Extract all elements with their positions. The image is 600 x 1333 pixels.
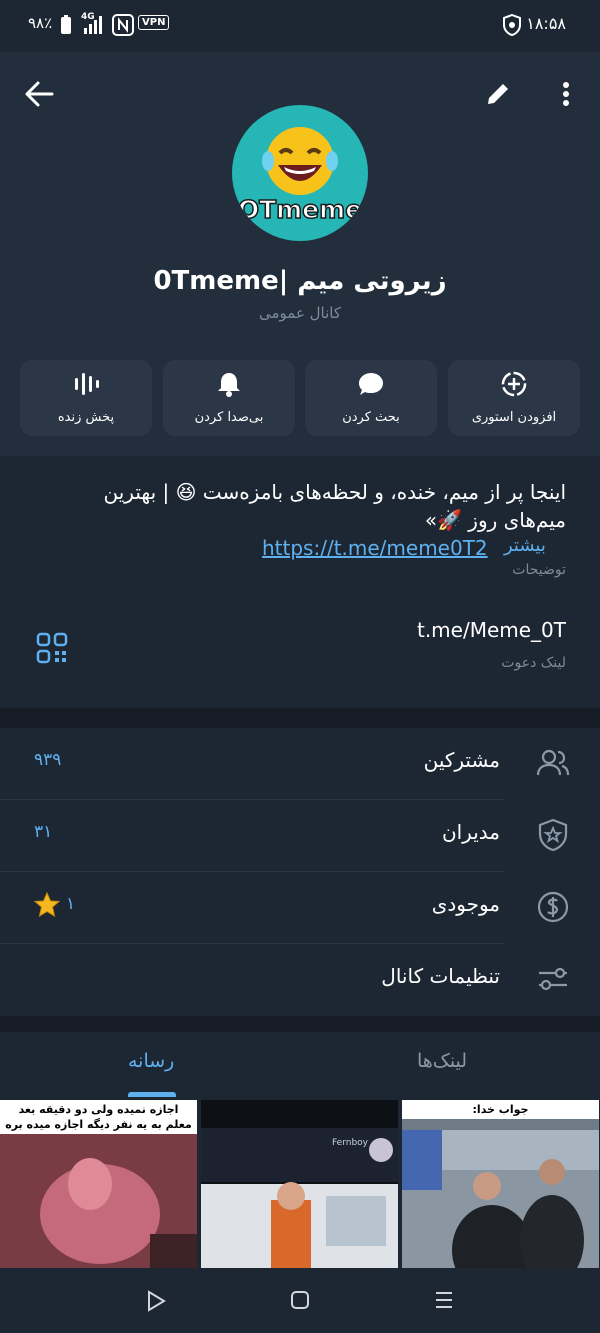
channel-settings-label: تنظیمات کانال xyxy=(381,964,500,988)
channel-settings-row[interactable]: تنظیمات کانال xyxy=(0,944,600,1016)
system-nav-bar xyxy=(0,1268,600,1333)
balance-row[interactable]: موجودی ۱ xyxy=(0,872,600,944)
more-menu-button[interactable] xyxy=(560,80,572,108)
shield-icon xyxy=(503,14,521,36)
channel-description: اینجا پر از میم، خنده، و لحظه‌های بامزه‌… xyxy=(103,480,567,532)
description-link[interactable]: https://t.me/meme0T2 xyxy=(262,536,488,560)
admins-label: مدیران xyxy=(441,820,500,844)
star-icon xyxy=(34,892,60,918)
media-thumbnail xyxy=(201,1100,398,1270)
back-button[interactable] xyxy=(24,80,54,108)
nav-back-button[interactable] xyxy=(146,1290,166,1312)
subscribers-row[interactable]: مشترکین ۹۳۹ xyxy=(0,728,600,800)
nav-recents-button[interactable] xyxy=(434,1290,454,1310)
section-divider xyxy=(0,708,600,728)
chat-bubble-icon xyxy=(359,373,383,395)
status-time: ۱۸:۵۸ xyxy=(526,14,566,33)
admins-row[interactable]: مدیران ۳۱ xyxy=(0,800,600,872)
action-buttons: افزودن استوری بحث کردن بی‌صدا کردن پخش ز… xyxy=(18,360,582,438)
edit-button[interactable] xyxy=(484,80,512,108)
battery-percent: ۹۸٪ xyxy=(28,14,53,32)
media-thumbnail xyxy=(402,1130,599,1270)
description-label: توضیحات xyxy=(512,562,566,578)
media-tabs: رسانه لینک‌ها xyxy=(0,1032,600,1100)
media-caption: Fernboy xyxy=(331,1138,368,1148)
mute-button[interactable]: بی‌صدا کردن xyxy=(163,360,295,436)
dollar-circle-icon xyxy=(537,891,569,923)
nfc-icon xyxy=(112,14,134,36)
balance-label: موجودی xyxy=(431,892,500,916)
balance-count: ۱ xyxy=(66,894,76,914)
add-story-icon xyxy=(501,371,527,397)
channel-title: زیروتی میم |0Tmeme xyxy=(153,266,447,296)
invite-link[interactable]: t.me/Meme_0T xyxy=(417,618,566,642)
people-icon xyxy=(536,749,570,776)
signal-icon xyxy=(84,16,102,34)
add-story-button[interactable]: افزودن استوری xyxy=(448,360,580,436)
nav-home-button[interactable] xyxy=(290,1290,310,1310)
media-item[interactable]: جواب خدا: xyxy=(402,1100,599,1270)
channel-subtitle: کانال عمومی xyxy=(258,304,342,322)
media-item[interactable]: اجازه نمیده ولی دو دقیقه بعد معلم به یه … xyxy=(0,1100,197,1270)
admins-count: ۳۱ xyxy=(34,822,53,842)
channel-avatar[interactable]: OTmeme xyxy=(232,105,368,241)
avatar-text: OTmeme xyxy=(237,194,363,225)
invite-label: لینک دعوت xyxy=(501,655,566,671)
read-more-link[interactable]: بیشتر xyxy=(500,535,546,556)
sliders-icon xyxy=(539,967,567,991)
media-item[interactable]: Fernboy xyxy=(201,1100,398,1270)
live-stream-button[interactable]: پخش زنده xyxy=(20,360,152,436)
status-bar: ۱۸:۵۸ ۹۸٪ 4G VPN xyxy=(0,0,600,52)
live-stream-icon xyxy=(75,373,99,395)
channel-stats-list: مشترکین ۹۳۹ مدیران ۳۱ موجودی ۱ تنظیمات ک… xyxy=(0,728,600,1018)
discuss-label: بحث کردن xyxy=(342,410,400,425)
media-caption: اجازه نمیده ولی دو دقیقه بعد معلم به یه … xyxy=(0,1100,197,1134)
tab-links[interactable]: لینک‌ها xyxy=(417,1050,467,1072)
media-thumbnail xyxy=(0,1134,197,1270)
vpn-badge: VPN xyxy=(138,15,170,30)
live-stream-label: پخش زنده xyxy=(57,410,115,425)
mute-label: بی‌صدا کردن xyxy=(194,410,264,425)
battery-icon xyxy=(61,15,71,34)
tab-media[interactable]: رسانه xyxy=(128,1050,174,1072)
shield-star-icon xyxy=(538,818,568,852)
bell-icon xyxy=(218,373,240,397)
subscribers-count: ۹۳۹ xyxy=(34,750,62,770)
discuss-button[interactable]: بحث کردن xyxy=(305,360,437,436)
media-caption: جواب خدا: xyxy=(402,1100,599,1119)
add-story-label: افزودن استوری xyxy=(471,410,557,425)
active-tab-indicator xyxy=(128,1092,176,1097)
subscribers-label: مشترکین xyxy=(423,748,500,772)
section-divider xyxy=(0,1016,600,1032)
qr-code-icon[interactable] xyxy=(36,632,68,664)
